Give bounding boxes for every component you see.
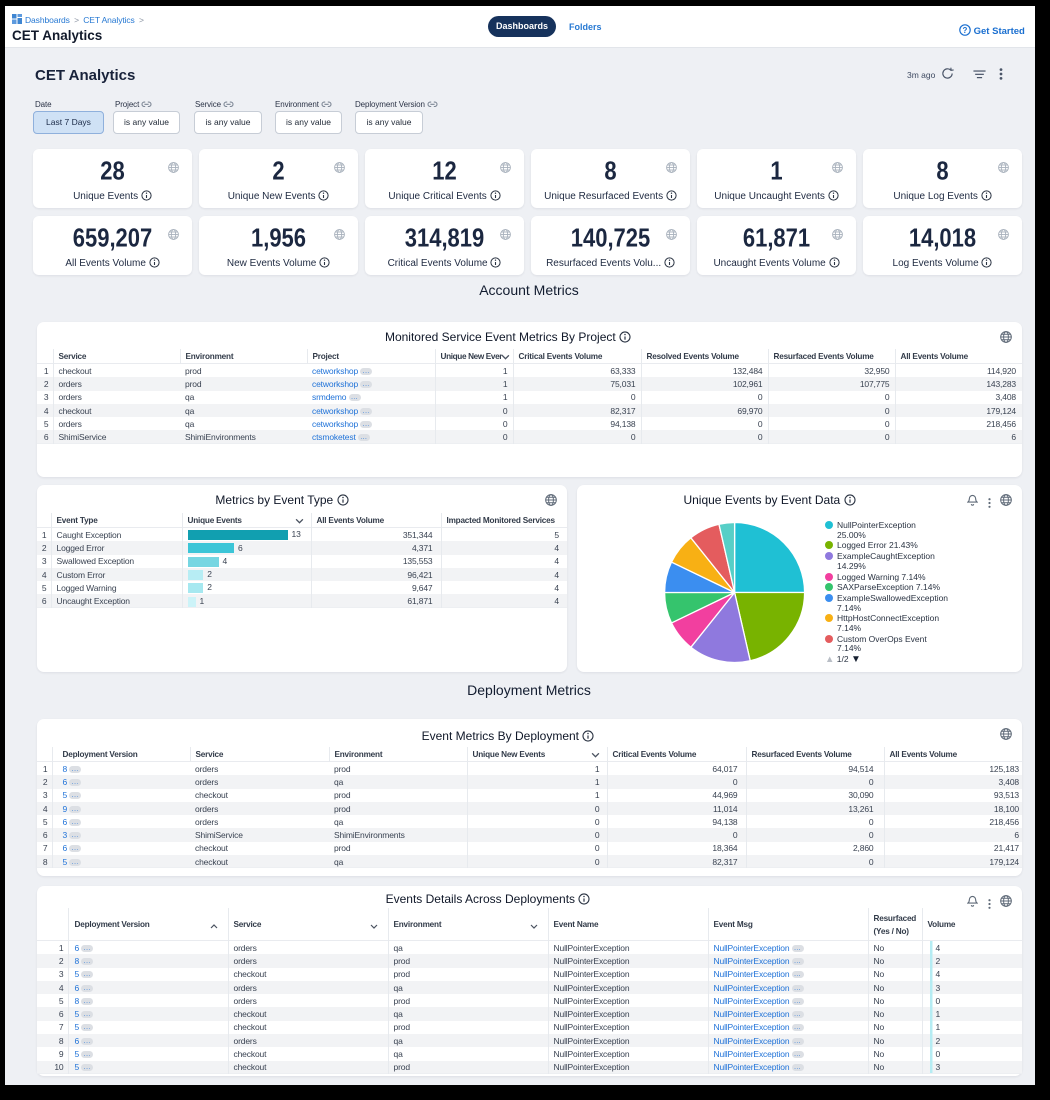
svg-text:?: ? xyxy=(963,26,968,35)
